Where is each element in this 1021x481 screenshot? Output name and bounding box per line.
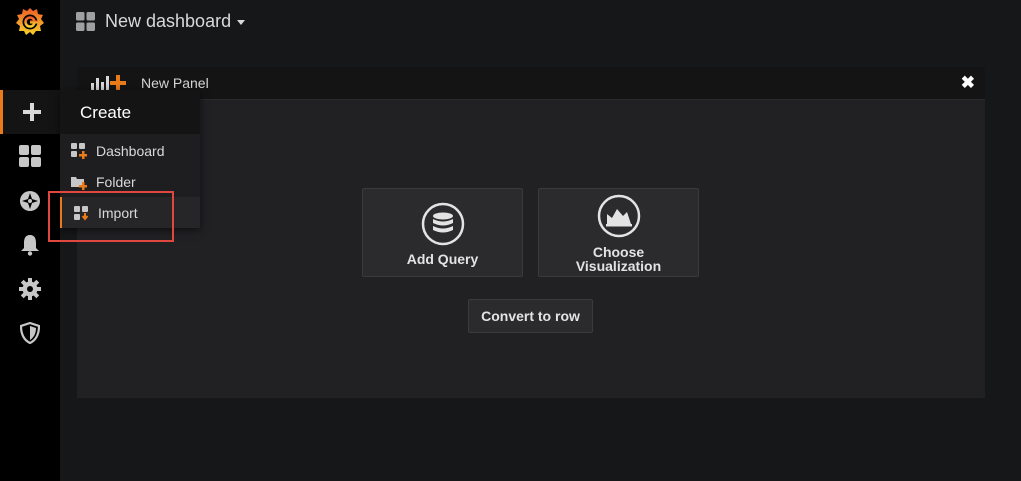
create-dashboard-item[interactable]: Dashboard: [60, 135, 200, 166]
new-panel: New Panel ✖ Add Query Choose Visualizati…: [77, 67, 985, 398]
plus-icon: [22, 103, 41, 121]
server-admin-shield-icon: [20, 322, 40, 344]
configuration-gear-icon: [19, 278, 41, 300]
create-folder-item[interactable]: Folder: [60, 166, 200, 197]
alerting-bell-icon: [21, 235, 39, 256]
dashboards-icon: [19, 145, 41, 167]
import-icon: [74, 206, 89, 221]
dashboard-grid-icon: [76, 12, 95, 31]
explore-menu-button[interactable]: [0, 179, 60, 223]
explore-compass-icon: [20, 191, 40, 211]
side-menu: [0, 0, 60, 481]
dropdown-header: Create: [60, 90, 200, 134]
choose-visualization-label-line2: Visualization: [575, 258, 662, 274]
panel-title: New Panel: [141, 75, 209, 91]
top-navbar: New dashboard: [60, 0, 1021, 44]
import-dashboard-label: Import: [98, 205, 138, 221]
create-dashboard-label: Dashboard: [96, 143, 165, 159]
add-query-button[interactable]: Add Query: [362, 188, 523, 277]
create-menu-button[interactable]: [0, 90, 60, 134]
configuration-menu-button[interactable]: [0, 267, 60, 311]
database-icon: [421, 202, 464, 246]
dashboard-add-icon: [71, 143, 87, 159]
choose-visualization-button[interactable]: Choose Visualization: [538, 188, 699, 277]
grafana-logo[interactable]: [13, 5, 47, 39]
folder-add-icon: [71, 177, 87, 190]
area-chart-icon: [597, 194, 640, 238]
import-dashboard-item[interactable]: Import: [60, 197, 200, 228]
dashboards-menu-button[interactable]: [0, 134, 60, 178]
close-icon[interactable]: ✖: [961, 73, 975, 93]
panel-header: New Panel ✖: [77, 67, 985, 100]
create-folder-label: Folder: [96, 174, 136, 190]
dashboard-title[interactable]: New dashboard: [105, 11, 231, 32]
chevron-down-icon[interactable]: [237, 20, 245, 25]
dropdown-title[interactable]: Create: [80, 103, 131, 123]
convert-to-row-button[interactable]: Convert to row: [468, 299, 593, 333]
create-dropdown-menu: Create Dashboard Folder Import: [60, 90, 200, 228]
add-query-label: Add Query: [406, 251, 479, 267]
choose-visualization-label-line1: Choose: [592, 244, 645, 260]
server-admin-menu-button[interactable]: [0, 311, 60, 355]
alerting-menu-button[interactable]: [0, 223, 60, 267]
